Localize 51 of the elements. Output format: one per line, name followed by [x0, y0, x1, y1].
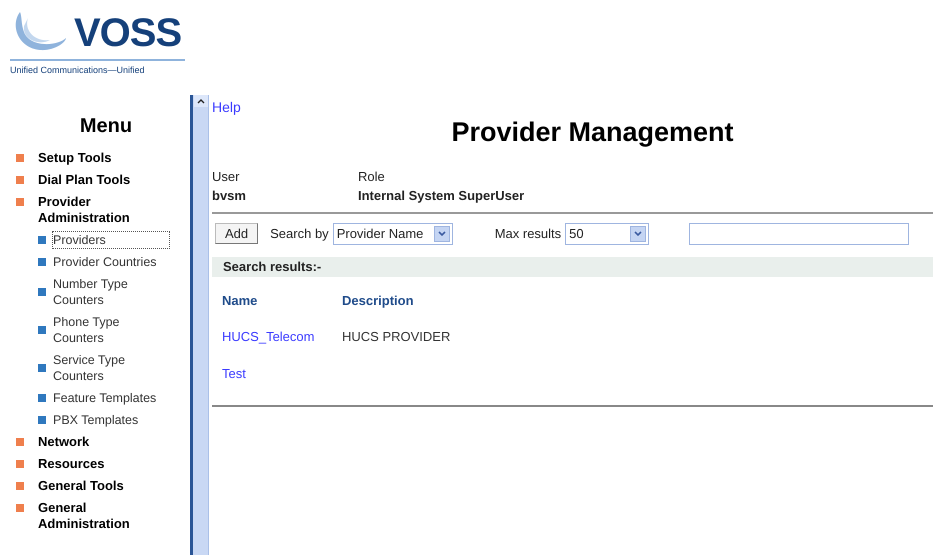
- bullet-icon: [16, 504, 24, 512]
- results-title: Search results:-: [223, 258, 322, 276]
- table-cell-text: HUCS PROVIDER: [342, 328, 450, 346]
- max-results-dropdown[interactable]: 50: [565, 222, 650, 244]
- help-link[interactable]: Help: [212, 98, 241, 116]
- user-value: bvsm: [212, 187, 247, 205]
- menu-item[interactable]: General Administration: [38, 500, 148, 532]
- menu-item[interactable]: Provider Administration: [38, 194, 148, 226]
- bullet-icon: [16, 198, 24, 206]
- bullet-icon: [38, 416, 46, 424]
- menu-item[interactable]: Resources: [38, 456, 148, 472]
- column-header: Description: [342, 292, 414, 310]
- menu-item[interactable]: Setup Tools: [38, 150, 148, 166]
- bullet-icon: [16, 438, 24, 446]
- role-value: Internal System SuperUser: [358, 187, 524, 205]
- bullet-icon: [38, 258, 46, 266]
- provider-link[interactable]: HUCS_Telecom: [222, 327, 342, 346]
- role-label: Role: [358, 168, 386, 186]
- submenu-item[interactable]: Phone Type Counters: [52, 313, 170, 347]
- menu-item[interactable]: Dial Plan Tools: [38, 172, 148, 188]
- bullet-icon: [16, 176, 24, 184]
- logo-tagline: Unified Communications—Unified: [10, 64, 146, 77]
- user-label: User: [212, 168, 240, 186]
- bullet-icon: [38, 236, 46, 244]
- submenu-item[interactable]: Feature Templates: [52, 389, 170, 407]
- scroll-up-icon[interactable]: [194, 95, 208, 107]
- submenu-item[interactable]: Provider Countries: [52, 253, 170, 271]
- column-header: Name: [222, 292, 258, 310]
- submenu-item[interactable]: Providers: [52, 231, 170, 249]
- bullet-icon: [16, 460, 24, 468]
- menu-item[interactable]: General Tools: [38, 478, 148, 494]
- search-by-dropdown[interactable]: Provider Name: [332, 222, 453, 244]
- search-by-label: Search by: [270, 224, 329, 243]
- provider-link[interactable]: Test: [222, 364, 342, 383]
- submenu-item[interactable]: Number Type Counters: [52, 275, 170, 309]
- bullet-icon: [38, 394, 46, 402]
- bullet-icon: [38, 326, 46, 334]
- bullet-icon: [16, 482, 24, 490]
- bullet-icon: [16, 154, 24, 162]
- bullet-icon: [38, 364, 46, 372]
- menu-title: Menu: [80, 114, 132, 139]
- submenu-item[interactable]: Service Type Counters: [52, 351, 170, 385]
- page-title: Provider Management: [451, 116, 734, 149]
- add-button[interactable]: Add: [215, 223, 258, 244]
- scrollbar[interactable]: [193, 95, 209, 555]
- bullet-icon: [38, 288, 46, 296]
- search-field[interactable]: [689, 222, 910, 244]
- menu-item[interactable]: Network: [38, 434, 148, 450]
- logo-wordmark: VOSS: [74, 12, 182, 52]
- submenu-item[interactable]: PBX Templates: [52, 411, 170, 429]
- max-results-label: Max results: [494, 224, 562, 243]
